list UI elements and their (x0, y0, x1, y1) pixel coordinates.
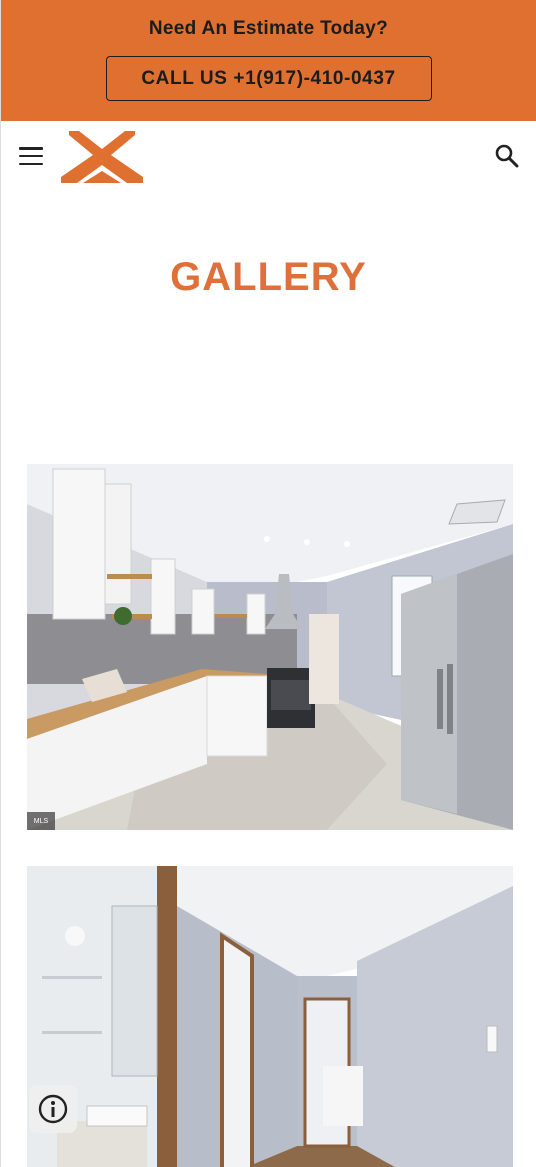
gallery-list: MLS (1, 434, 536, 1167)
gallery-photo-kitchen[interactable]: MLS (27, 464, 513, 830)
hamburger-menu-icon[interactable] (19, 147, 43, 165)
site-header (1, 121, 536, 191)
call-us-button[interactable]: CALL US +1(917)-410-0437 (105, 56, 432, 101)
estimate-banner: Need An Estimate Today? CALL US +1(917)-… (1, 0, 536, 121)
page-title: GALLERY (170, 255, 367, 299)
gallery-photo-hallway[interactable] (27, 866, 513, 1167)
hallway-image (27, 866, 513, 1167)
banner-title: Need An Estimate Today? (148, 18, 389, 39)
logo[interactable] (61, 131, 143, 183)
mls-badge: MLS (27, 812, 55, 830)
house-roof-logo-icon (61, 131, 143, 183)
page-hero: GALLERY (1, 191, 536, 434)
kitchen-image (27, 464, 513, 830)
info-icon[interactable] (29, 1085, 77, 1133)
search-icon[interactable] (494, 143, 520, 169)
